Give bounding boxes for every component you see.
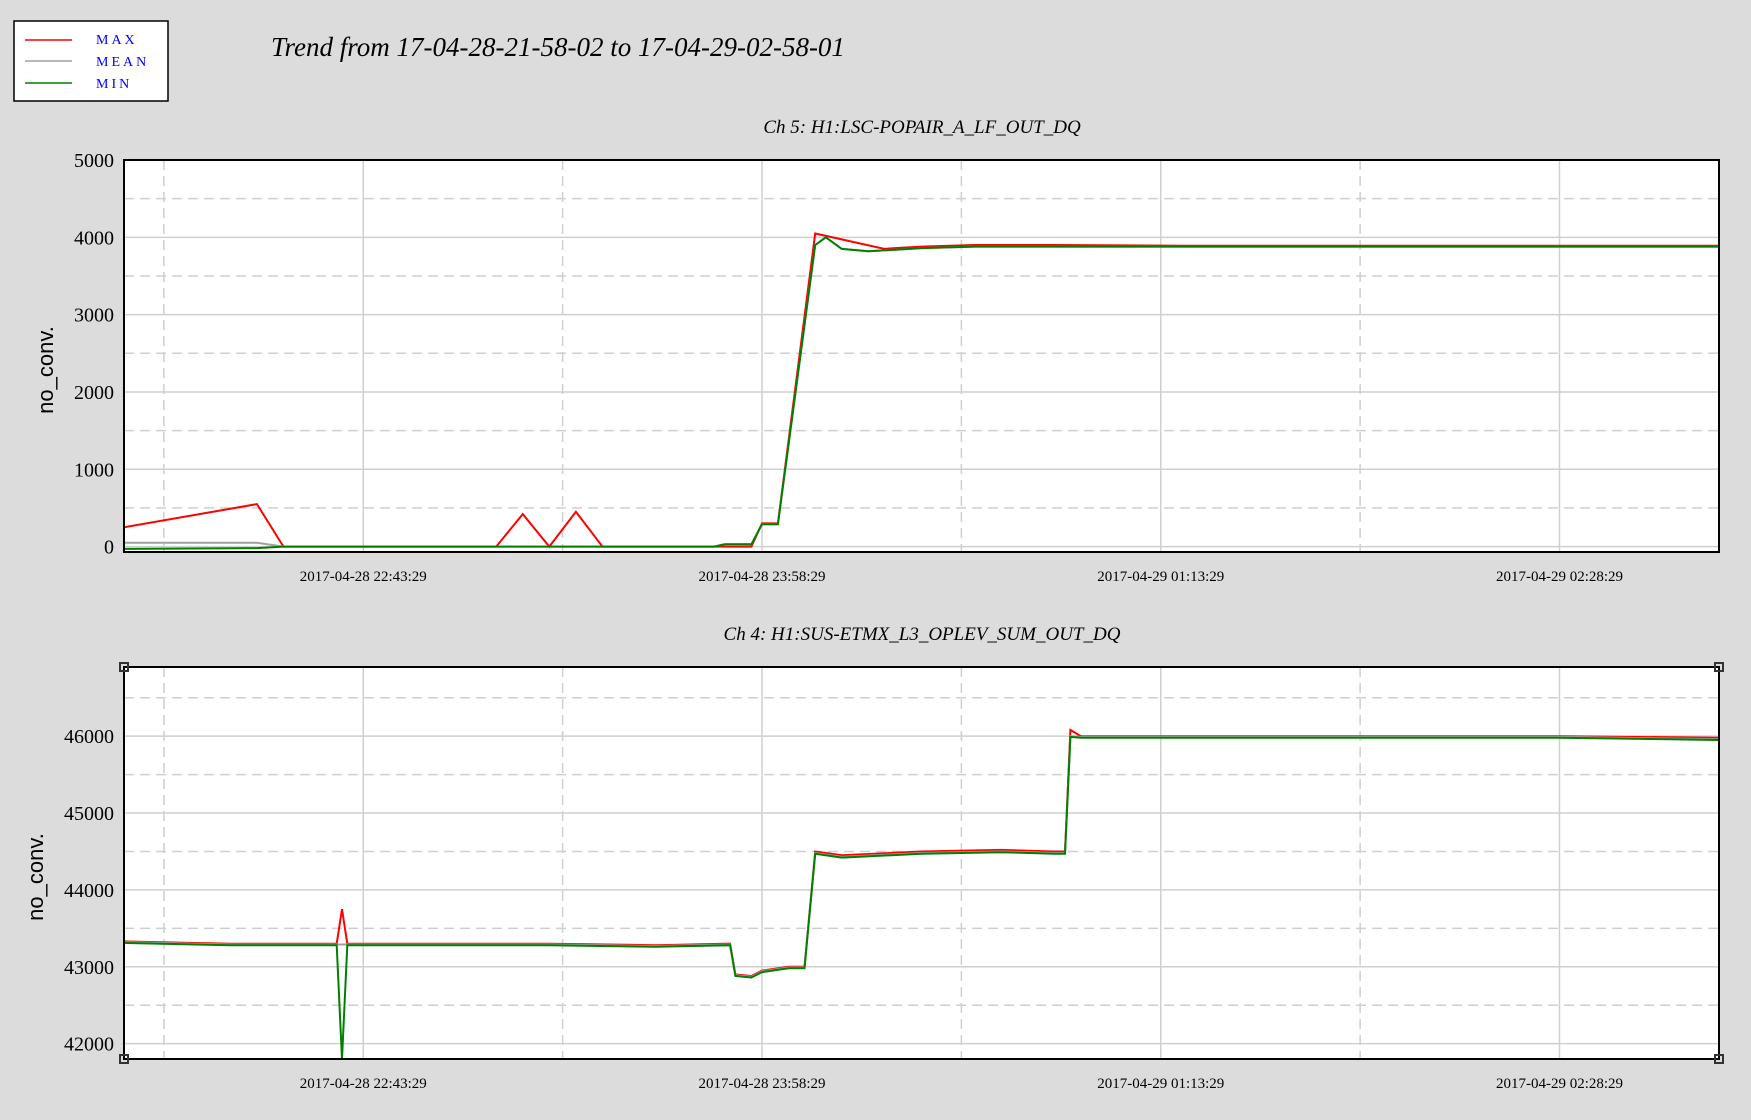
y-axis-label: no_conv. <box>33 326 58 414</box>
chart-ch5: Ch 5: H1:LSC-POPAIR_A_LF_OUT_DQ no_conv.… <box>33 117 1720 585</box>
y-tick-label: 2000 <box>74 382 114 404</box>
y-tick-label: 46000 <box>64 726 114 748</box>
x-tick-label: 2017-04-28 22:43:29 <box>300 569 427 585</box>
x-tick-label: 2017-04-29 02:28:29 <box>1496 1076 1623 1092</box>
x-tick-label: 2017-04-28 22:43:29 <box>300 1076 427 1092</box>
x-tick-label: 2017-04-28 23:58:29 <box>698 1076 825 1092</box>
y-tick-label: 3000 <box>74 305 114 327</box>
trend-figure: MAX MEAN MIN Trend from 17-04-28-21-58-0… <box>0 0 1751 1120</box>
legend-min-label: MIN <box>96 77 132 92</box>
y-tick-label: 1000 <box>74 459 114 481</box>
y-tick-label: 0 <box>104 537 114 559</box>
y-tick-label: 45000 <box>64 803 114 825</box>
x-tick-label: 2017-04-28 23:58:29 <box>698 569 825 585</box>
y-tick-label: 4000 <box>74 227 114 249</box>
figure-svg: MAX MEAN MIN Trend from 17-04-28-21-58-0… <box>13 20 1724 1092</box>
figure-title: Trend from 17-04-28-21-58-02 to 17-04-29… <box>271 32 845 62</box>
x-tick-label: 2017-04-29 02:28:29 <box>1496 569 1623 585</box>
chart-ch4: Ch 4: H1:SUS-ETMX_L3_OPLEV_SUM_OUT_DQ no… <box>23 624 1724 1092</box>
chart-title: Ch 5: H1:LSC-POPAIR_A_LF_OUT_DQ <box>763 117 1081 138</box>
legend-mean-label: MEAN <box>96 55 149 70</box>
legend: MAX MEAN MIN <box>13 20 169 102</box>
x-tick-label: 2017-04-29 01:13:29 <box>1097 1076 1224 1092</box>
y-tick-label: 42000 <box>64 1034 114 1056</box>
y-tick-label: 5000 <box>74 150 114 172</box>
legend-max-label: MAX <box>96 33 138 48</box>
y-tick-label: 44000 <box>64 880 114 902</box>
y-axis-label: no_conv. <box>23 833 48 921</box>
x-tick-label: 2017-04-29 01:13:29 <box>1097 569 1224 585</box>
y-tick-label: 43000 <box>64 957 114 979</box>
chart-title: Ch 4: H1:SUS-ETMX_L3_OPLEV_SUM_OUT_DQ <box>724 624 1121 645</box>
